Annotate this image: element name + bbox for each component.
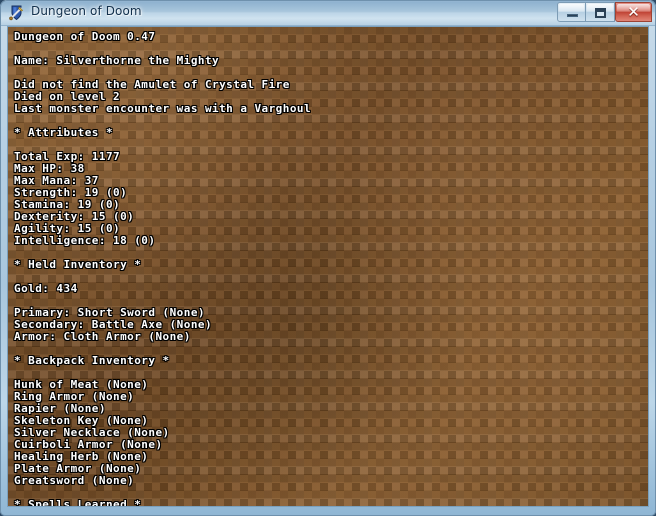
- maximize-icon-bar: [597, 10, 604, 12]
- title-bar[interactable]: Dungeon of Doom ✕: [0, 0, 656, 26]
- game-console-area[interactable]: Dungeon of Doom 0.47 Name: Silverthorne t…: [8, 27, 648, 506]
- close-button[interactable]: ✕: [615, 2, 652, 22]
- console-line: * Attributes *: [14, 126, 114, 139]
- console-line: Last monster encounter was with a Vargho…: [14, 102, 312, 115]
- minimize-button[interactable]: [557, 2, 586, 22]
- application-window: Dungeon of Doom ✕ Dungeon of Doom 0.47 Na…: [0, 0, 656, 516]
- minimize-icon: [567, 14, 578, 17]
- console-line: Intelligence: 18 (0): [14, 234, 156, 247]
- console-line: Greatsword (None): [14, 474, 135, 487]
- console-line: Max HP: 38: [14, 162, 85, 175]
- console-line: Name: Silverthorne the Mighty: [14, 54, 220, 67]
- console-line: Armor: Cloth Armor (None): [14, 330, 191, 343]
- maximize-icon: [595, 8, 606, 18]
- button-gloss: [559, 4, 584, 12]
- console-line: Gold: 434: [14, 282, 78, 295]
- console-text: Dungeon of Doom 0.47 Name: Silverthorne t…: [14, 30, 644, 507]
- close-icon: ✕: [627, 3, 640, 21]
- shield-sword-icon: [8, 4, 26, 22]
- window-title: Dungeon of Doom: [31, 4, 142, 18]
- console-line: * Spells Learned *: [14, 498, 142, 507]
- console-line: * Backpack Inventory *: [14, 354, 170, 367]
- console-line: Dungeon of Doom 0.47: [14, 30, 156, 43]
- console-line: Total Exp: 1177: [14, 150, 121, 163]
- titlebar-highlight: [0, 0, 656, 1]
- maximize-button[interactable]: [586, 2, 615, 22]
- console-line: Ring Armor (None): [14, 390, 135, 403]
- console-line: * Held Inventory *: [14, 258, 142, 271]
